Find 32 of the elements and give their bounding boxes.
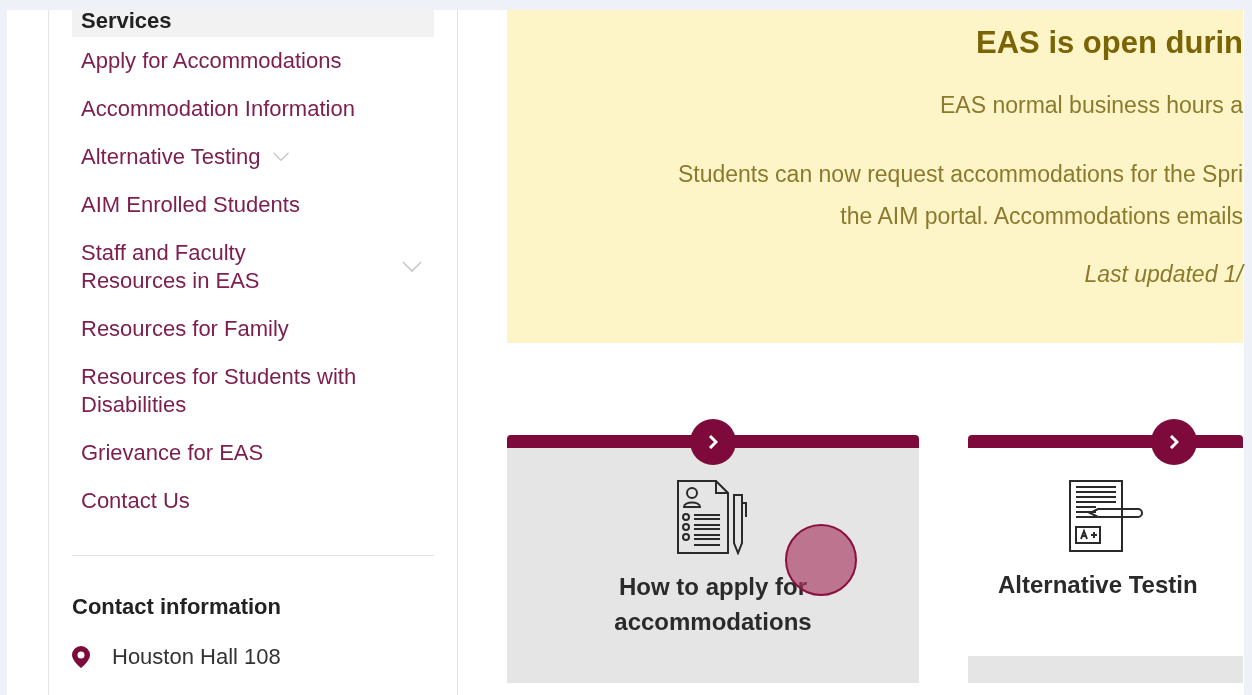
graded-test-paper-icon <box>1067 479 1144 553</box>
nav-link[interactable]: Staff and Faculty Resources in EAS <box>81 239 321 295</box>
address-text: Houston Hall 108 <box>112 643 281 671</box>
nav-item[interactable]: Accommodation Information <box>72 85 434 133</box>
nav-item[interactable]: Staff and Faculty Resources in EAS <box>72 229 434 305</box>
notice-text: Students can now request accommodations for the Spri <box>677 160 1243 189</box>
nav-link[interactable]: Alternative Testing <box>81 143 261 171</box>
nav-link[interactable]: Apply for Accommodations <box>81 47 342 75</box>
nav-item[interactable]: Contact Us <box>72 477 434 525</box>
nav-link[interactable]: Contact Us <box>81 487 190 515</box>
nav-item[interactable]: Resources for Family <box>72 305 434 353</box>
nav-item[interactable]: Apply for Accommodations <box>72 37 434 85</box>
nav-item[interactable]: Grievance for EAS <box>72 429 434 477</box>
nav-link[interactable]: Resources for Family <box>81 315 289 343</box>
nav-item[interactable]: Alternative Testing <box>72 133 434 181</box>
contact-heading: Contact information <box>72 593 282 621</box>
notice-text: the AIM portal. Accommodations emails <box>840 202 1243 231</box>
notice-title: EAS is open durin <box>976 24 1243 62</box>
last-updated-text: Last updated 1/ <box>1084 260 1243 289</box>
nav-link[interactable]: AIM Enrolled Students <box>81 191 300 219</box>
nav-item[interactable]: Resources for Students with Disabilities <box>72 353 434 429</box>
nav-link[interactable]: Grievance for EAS <box>81 439 264 467</box>
application-form-icon <box>676 479 750 555</box>
chevron-right-icon <box>1169 435 1179 449</box>
nav-item[interactable]: AIM Enrolled Students <box>72 181 434 229</box>
notice-text: EAS normal business hours a <box>940 91 1243 120</box>
nav-link[interactable]: Accommodation Information <box>81 95 355 123</box>
nav-section-title[interactable]: Services <box>72 10 434 37</box>
nav-link[interactable]: Resources for Students with Disabilities <box>81 363 411 419</box>
chevron-right-icon <box>708 435 718 449</box>
location-pin-icon <box>72 646 90 668</box>
card-title[interactable]: Alternative Testin <box>968 567 1198 602</box>
